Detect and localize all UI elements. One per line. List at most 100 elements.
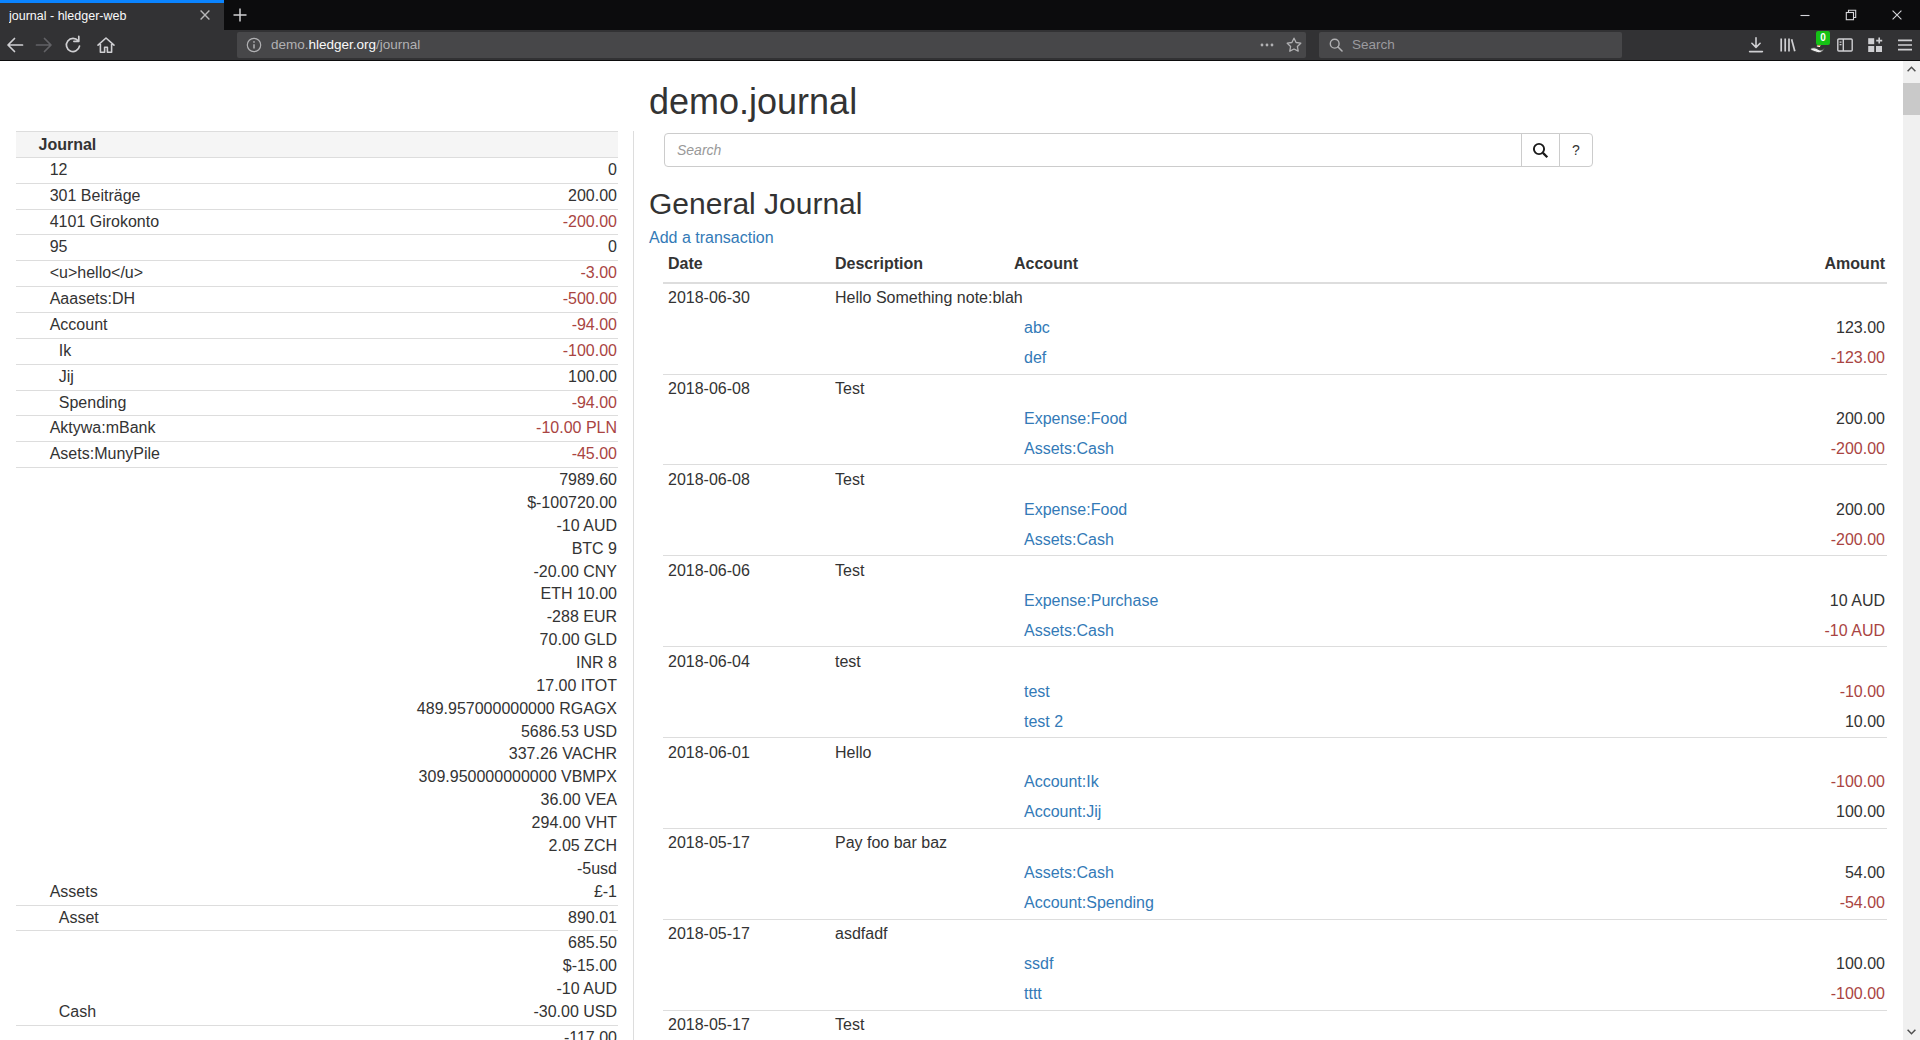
sidebar-account-link[interactable]: 4101 Girokonto	[50, 213, 159, 230]
posting-date-spacer	[663, 707, 830, 737]
sidebar-account-link[interactable]: Assets	[50, 883, 98, 900]
browser-search-field[interactable]: Search	[1319, 32, 1622, 58]
library-icon[interactable]	[1777, 35, 1797, 55]
column-header-description: Description	[830, 249, 1009, 283]
sidebar-account-row: Aktywa:mBank-10.00 PLN	[16, 416, 618, 442]
transaction-description: Hello	[830, 737, 1009, 767]
posting-account-link[interactable]: tttt	[1024, 985, 1042, 1002]
sidebar-account-link[interactable]: Asset	[59, 909, 99, 926]
window-minimize-button[interactable]	[1789, 0, 1821, 30]
sidebar-account-link[interactable]: Spending	[59, 394, 127, 411]
search-help-button[interactable]: ?	[1559, 133, 1593, 167]
posting-date-spacer	[663, 677, 830, 707]
transaction-description: asdfadf	[830, 919, 1009, 949]
sidebar-account-link[interactable]: Jij	[59, 368, 74, 385]
window-close-button[interactable]	[1881, 0, 1913, 30]
transaction-description: Pay foo bar baz	[830, 828, 1009, 858]
forward-icon[interactable]	[32, 33, 56, 57]
column-header-account: Account	[1009, 249, 1449, 283]
tab-active[interactable]: journal - hledger-web	[0, 0, 224, 30]
extensions-grid-icon[interactable]	[1865, 35, 1885, 55]
downloads-icon[interactable]	[1746, 35, 1766, 55]
transaction-row[interactable]: 2018-05-17asdfadf	[663, 919, 1887, 949]
sidebar-account-link[interactable]: Asets:MunyPile	[50, 445, 160, 462]
posting-account-link[interactable]: Expense:Food	[1024, 501, 1127, 518]
sidebar-balance-amount: 337.26 VACHR	[509, 745, 617, 762]
sidebar-account-link[interactable]: 301 Beiträge	[50, 187, 141, 204]
transaction-row[interactable]: 2018-05-17Pay foo bar baz	[663, 828, 1887, 858]
sidebar-balance-amount: 294.00 VHT	[532, 814, 617, 831]
posting-amount: -200.00	[1831, 531, 1885, 548]
posting-description-spacer	[830, 314, 1009, 344]
back-icon[interactable]	[3, 33, 27, 57]
posting-account-link[interactable]: Assets:Cash	[1024, 864, 1114, 881]
sidebar-balance-amount: 2.05 ZCH	[549, 837, 617, 854]
sidebar-toggle-icon[interactable]	[1835, 35, 1855, 55]
posting-description-spacer	[830, 859, 1009, 889]
posting-account-link[interactable]: def	[1024, 349, 1046, 366]
journal-search-button[interactable]	[1521, 133, 1560, 167]
posting-account-link[interactable]: test 2	[1024, 713, 1063, 730]
new-tab-button[interactable]	[229, 4, 251, 26]
transaction-row[interactable]: 2018-06-04test	[663, 647, 1887, 677]
sidebar-account-link[interactable]: Aktywa:mBank	[50, 419, 156, 436]
sidebar-account-link[interactable]: Cash	[59, 1003, 96, 1020]
transaction-row[interactable]: 2018-06-08Test	[663, 465, 1887, 495]
posting-account-link[interactable]: Expense:Purchase	[1024, 592, 1158, 609]
sidebar-account-link[interactable]: Ik	[59, 342, 71, 359]
transaction-row[interactable]: 2018-06-30Hello Something note:blah	[663, 283, 1887, 314]
posting-account-link[interactable]: Expense:Food	[1024, 410, 1127, 427]
sidebar-account-row: Assets7989.60$-100720.00-10 AUDBTC 9-20.…	[16, 468, 618, 905]
sidebar-balance-amount: 5686.53 USD	[521, 723, 617, 740]
posting-account-link[interactable]: Assets:Cash	[1024, 622, 1114, 639]
posting-amount: -200.00	[1831, 440, 1885, 457]
window-restore-button[interactable]	[1835, 0, 1867, 30]
transaction-account-spacer	[1009, 647, 1449, 677]
sidebar-journal-link[interactable]: Journal	[39, 136, 97, 153]
info-icon[interactable]	[246, 37, 262, 53]
posting-row: abc123.00	[663, 314, 1887, 344]
home-icon[interactable]	[94, 33, 118, 57]
sidebar-account-link[interactable]: Aaasets:DH	[50, 290, 135, 307]
bookmark-star-icon[interactable]	[1285, 36, 1303, 54]
posting-account-link[interactable]: abc	[1024, 319, 1050, 336]
posting-account-cell: Expense:Purchase	[1009, 586, 1449, 616]
sidebar-account-cell: Cash	[16, 931, 317, 1025]
transaction-account-spacer	[1009, 374, 1449, 404]
scrollbar-up-icon[interactable]	[1903, 61, 1920, 78]
transaction-description: Hello Something note:blah	[830, 283, 1009, 314]
transaction-description: test	[830, 647, 1009, 677]
page-scrollbar[interactable]	[1903, 61, 1920, 1040]
reload-icon[interactable]	[61, 33, 85, 57]
posting-account-link[interactable]: ssdf	[1024, 955, 1053, 972]
sidebar-balance-amount: 309.950000000000 VBMPX	[419, 768, 617, 785]
scrollbar-thumb[interactable]	[1903, 83, 1920, 115]
posting-account-cell: Expense:Food	[1009, 495, 1449, 525]
transaction-row[interactable]: 2018-06-06Test	[663, 556, 1887, 586]
menu-icon[interactable]	[1895, 35, 1915, 55]
posting-amount: 100.00	[1836, 955, 1885, 972]
sidebar-account-link[interactable]: 12	[50, 161, 68, 178]
scrollbar-down-icon[interactable]	[1903, 1023, 1920, 1040]
url-bar[interactable]: demo.hledger.org/journal	[237, 32, 1306, 58]
transaction-row[interactable]: 2018-05-17Test	[663, 1010, 1887, 1040]
journal-search-input[interactable]	[664, 133, 1522, 167]
posting-account-link[interactable]: test	[1024, 683, 1050, 700]
posting-account-link[interactable]: Account:Spending	[1024, 894, 1154, 911]
sidebar-balance-amount: 36.00 VEA	[541, 791, 618, 808]
sidebar-account-link[interactable]: 95	[50, 238, 68, 255]
sidebar-account-link[interactable]: <u>hello</u>	[50, 264, 143, 281]
add-transaction-link[interactable]: Add a transaction	[649, 227, 774, 250]
posting-account-link[interactable]: Assets:Cash	[1024, 440, 1114, 457]
page-actions-icon[interactable]	[1259, 37, 1275, 53]
posting-amount: -10 AUD	[1825, 622, 1885, 639]
transaction-row[interactable]: 2018-06-08Test	[663, 374, 1887, 404]
tab-close-icon[interactable]	[197, 7, 213, 23]
posting-account-link[interactable]: Account:Jij	[1024, 803, 1101, 820]
transaction-row[interactable]: 2018-06-01Hello	[663, 737, 1887, 767]
sidebar-account-link[interactable]: Account	[50, 316, 108, 333]
sidebar-balance-amount: -94.00	[572, 394, 617, 411]
url-text[interactable]: demo.hledger.org/journal	[271, 32, 420, 58]
posting-account-link[interactable]: Account:Ik	[1024, 773, 1099, 790]
posting-account-link[interactable]: Assets:Cash	[1024, 531, 1114, 548]
